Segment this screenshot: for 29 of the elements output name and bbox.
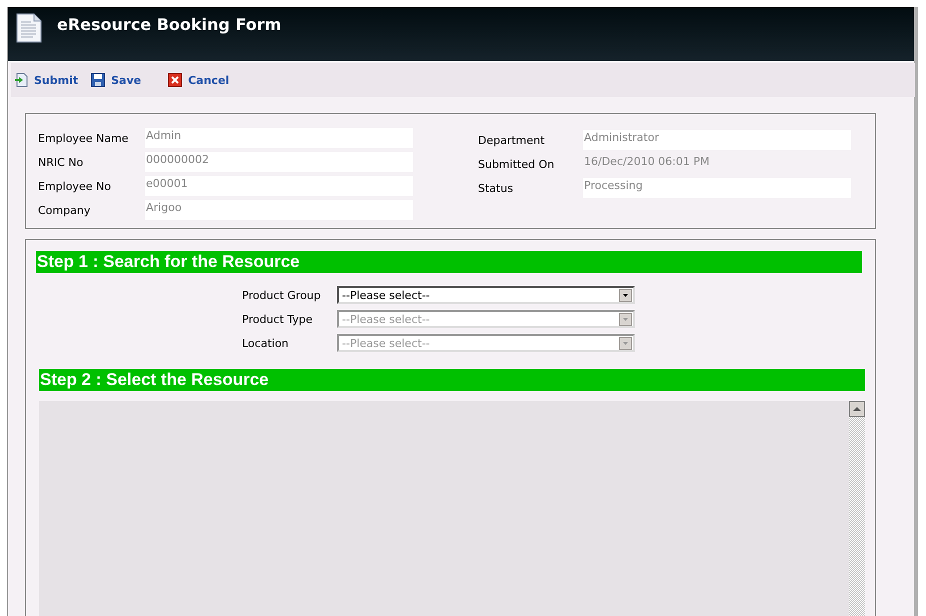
- page-arrow-icon: [15, 73, 28, 87]
- field-label: Product Group: [242, 288, 322, 302]
- field-label: Product Type: [242, 312, 314, 326]
- value-field: Processing: [583, 178, 851, 198]
- value-field: e00001: [145, 176, 413, 196]
- step-heading: Step 2 : Select the Resource: [39, 369, 865, 391]
- scrollbar[interactable]: [849, 401, 865, 616]
- save-button[interactable]: Save: [91, 73, 142, 87]
- field-label: Submitted On: [478, 157, 556, 171]
- value-field: 000000002: [145, 152, 413, 172]
- submit-button[interactable]: Submit: [15, 73, 78, 87]
- field-label: Status: [478, 181, 514, 195]
- value-field: Admin: [145, 128, 413, 148]
- cancel-button[interactable]: Cancel: [168, 73, 230, 87]
- step-heading: Step 1 : Search for the Resource: [36, 251, 862, 273]
- dropdown[interactable]: --Please select--: [337, 286, 635, 304]
- value-field: Administrator: [583, 130, 851, 150]
- field-label: Employee No: [38, 179, 112, 193]
- document-icon: [16, 13, 42, 43]
- field-label: Location: [242, 336, 290, 350]
- field-label: NRIC No: [38, 155, 84, 169]
- field-label: Department: [478, 133, 546, 147]
- field-label: Company: [38, 203, 92, 217]
- close-icon: [168, 73, 182, 87]
- value-field: Arigoo: [145, 200, 413, 220]
- scroll-up-icon[interactable]: [849, 401, 865, 417]
- field-label: Employee Name: [38, 131, 130, 145]
- window-title: eResource Booking Form: [57, 15, 282, 34]
- field-value: 16/Dec/2010 06:01 PM: [583, 154, 711, 170]
